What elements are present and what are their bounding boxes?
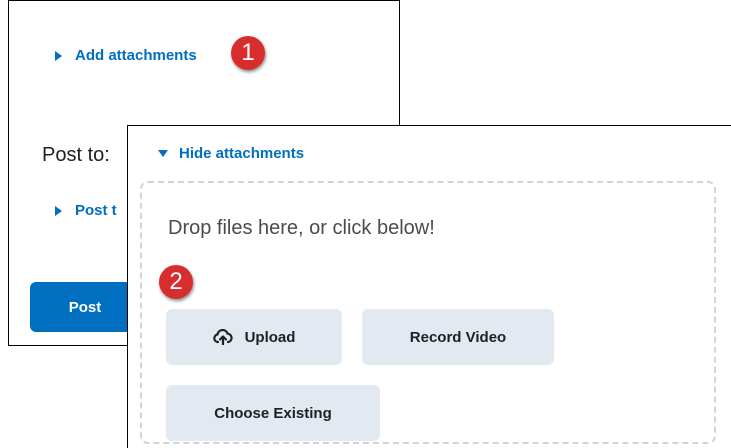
triangle-right-icon	[55, 205, 62, 216]
add-attachments-link[interactable]: Add attachments	[55, 47, 197, 64]
post-to-label: Post to:	[42, 144, 110, 166]
step-badge-1: 1	[231, 36, 265, 70]
triangle-right-icon	[55, 50, 62, 61]
hide-attachments-link[interactable]: Hide attachments	[158, 145, 304, 162]
step-badge-2: 2	[159, 265, 193, 299]
upload-label: Upload	[244, 328, 296, 346]
add-attachments-label: Add attachments	[75, 47, 197, 64]
post-topic-label: Post t	[75, 202, 117, 219]
attachments-panel: Hide attachments Drop files here, or cli…	[127, 125, 731, 448]
choose-existing-button[interactable]: Choose Existing	[166, 385, 380, 441]
hide-attachments-label: Hide attachments	[179, 145, 305, 162]
upload-button[interactable]: Upload	[166, 309, 342, 365]
file-dropzone[interactable]: Drop files here, or click below! Upload …	[140, 181, 716, 444]
cloud-upload-icon	[212, 329, 233, 345]
record-video-button[interactable]: Record Video	[362, 309, 554, 365]
dropzone-instructions: Drop files here, or click below!	[168, 217, 435, 239]
triangle-down-icon	[158, 150, 168, 157]
post-topic-link[interactable]: Post t	[55, 202, 117, 219]
choose-existing-label: Choose Existing	[214, 404, 332, 422]
record-video-label: Record Video	[409, 328, 507, 346]
